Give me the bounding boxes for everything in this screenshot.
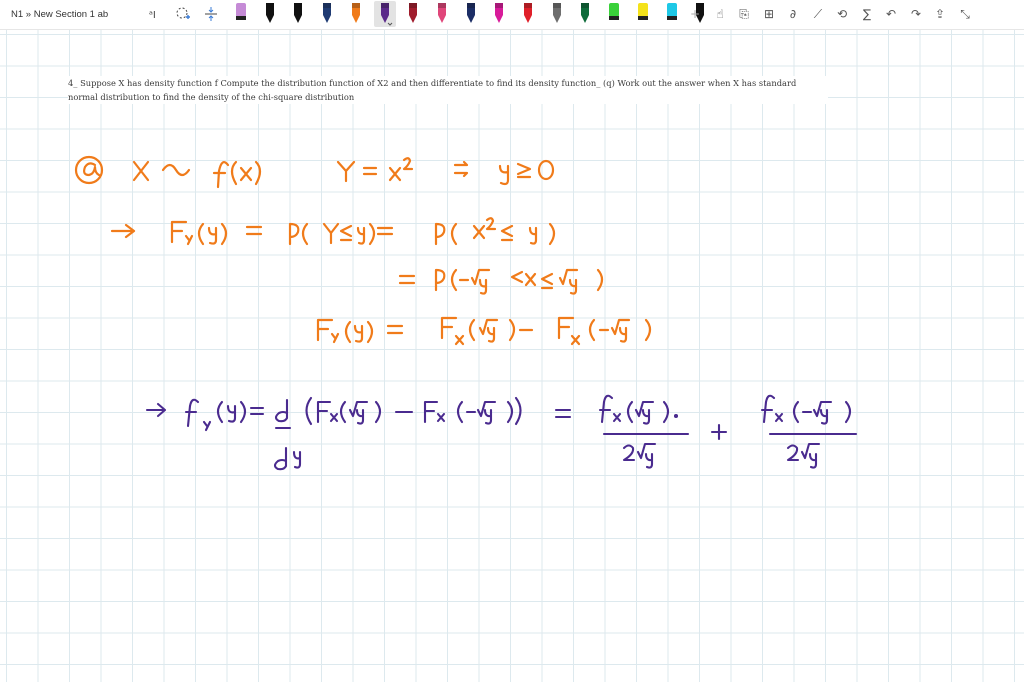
pen-gray-icon[interactable] <box>546 1 568 27</box>
svg-text:⇪: ⇪ <box>935 7 945 21</box>
lasso-select-icon[interactable]: ᵃI <box>145 3 167 25</box>
pen-purple-icon[interactable] <box>373 1 396 27</box>
svg-text:ᵃI: ᵃI <box>149 10 156 21</box>
svg-text:∂: ∂ <box>790 7 796 21</box>
pen-black-2-icon[interactable] <box>287 1 309 27</box>
svg-text:∑: ∑ <box>862 7 870 21</box>
svg-text:⊞: ⊞ <box>763 7 773 21</box>
svg-text:⤡: ⤡ <box>960 7 970 21</box>
handwritten-ink-layer <box>74 155 858 471</box>
highlighter-purple-icon[interactable] <box>230 1 252 27</box>
lasso-icon[interactable]: ⎘ <box>733 3 755 25</box>
ink-line-2 <box>110 217 556 246</box>
ink-to-shape-icon[interactable] <box>172 3 194 25</box>
ribbon-toolbar: N1 » New Section 1 ab ᵃI + ☝ ⎘ ⊞ ∂ ⟋ ⟲ ∑ ↶ ↷ ⇪ ⤡ <box>0 0 1024 30</box>
pen-black-1-icon[interactable] <box>259 1 281 27</box>
note-page[interactable]: 4_ Suppose X has density function f Comp… <box>0 30 1024 682</box>
svg-text:↶: ↶ <box>886 7 896 21</box>
highlighter-yellow-icon[interactable] <box>632 1 654 27</box>
ink-line-1 <box>74 155 555 189</box>
svg-text:+: + <box>690 7 700 21</box>
svg-text:☝: ☝ <box>716 7 723 21</box>
breadcrumb-title[interactable]: N1 » New Section 1 ab <box>11 9 108 20</box>
undo-icon[interactable]: ↶ <box>880 3 902 25</box>
svg-text:⎘: ⎘ <box>739 7 749 21</box>
highlighter-green-icon[interactable] <box>603 1 625 27</box>
pen-red-icon[interactable] <box>517 1 539 27</box>
highlighter-cyan-icon[interactable] <box>661 1 683 27</box>
share-icon[interactable]: ⇪ <box>929 3 951 25</box>
pen-navy-icon[interactable] <box>460 1 482 27</box>
ink-to-math-icon[interactable]: ∂ <box>782 3 804 25</box>
touch-writing-icon[interactable]: ☝ <box>709 3 731 25</box>
ink-line-3 <box>398 268 604 295</box>
ink-to-text-icon[interactable]: ⊞ <box>758 3 780 25</box>
pen-orange-icon[interactable] <box>345 1 367 27</box>
svg-text:⟋: ⟋ <box>813 7 822 21</box>
pen-dark-green-icon[interactable] <box>574 1 596 27</box>
pen-dark-blue-icon[interactable] <box>316 1 338 27</box>
svg-text:↷: ↷ <box>910 7 920 21</box>
add-pen-icon[interactable]: + <box>684 3 706 25</box>
add-space-icon[interactable] <box>200 3 222 25</box>
ink-line-5 <box>145 394 858 471</box>
collapse-icon[interactable]: ⤡ <box>954 3 976 25</box>
math-icon[interactable]: ∑ <box>856 3 878 25</box>
pen-dark-red-icon[interactable] <box>402 1 424 27</box>
pen-magenta-icon[interactable] <box>488 1 510 27</box>
redo-icon[interactable]: ↷ <box>905 3 927 25</box>
ruler-icon[interactable]: ⟋ <box>807 3 829 25</box>
pen-pink-icon[interactable] <box>431 1 453 27</box>
ink-replay-icon[interactable]: ⟲ <box>831 3 853 25</box>
ink-line-4 <box>316 316 652 346</box>
svg-text:⟲: ⟲ <box>837 7 847 21</box>
